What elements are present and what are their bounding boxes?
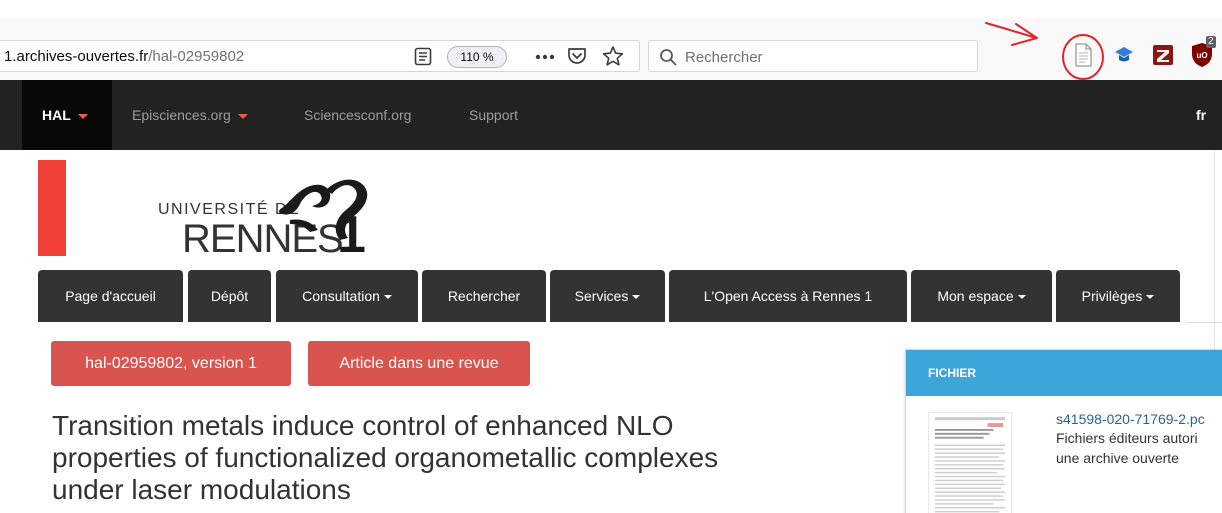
nav-hal-menu[interactable]: HAL (22, 80, 112, 150)
language-switch[interactable]: fr (1196, 80, 1206, 150)
menu-tab-privileges-label: Privilèges (1081, 288, 1143, 304)
caret-down-icon (1017, 295, 1026, 300)
caret-down-icon (237, 113, 248, 119)
nav-episciences-menu[interactable]: Episciences.org (132, 80, 248, 150)
url-bar[interactable]: 1.archives-ouvertes.fr/hal-02959802 110 … (0, 40, 640, 72)
version-label: hal-02959802, version 1 (51, 341, 291, 386)
menu-tab-open-access[interactable]: L'Open Access à Rennes 1 (669, 270, 907, 322)
menu-divider (1186, 322, 1222, 323)
logo-ermine-icon (279, 184, 331, 215)
menu-tab-home[interactable]: Page d'accueil (38, 270, 183, 322)
menu-tab-mon-espace-label: Mon espace (937, 288, 1014, 304)
file-download-link[interactable]: s41598-020-71769-2.pc (1056, 411, 1205, 427)
brand-red-bar (38, 160, 66, 256)
extension-count-badge: 2 (1206, 36, 1216, 48)
url-domain: 1.archives-ouvertes.fr (4, 48, 149, 65)
search-box[interactable] (648, 40, 978, 72)
nav-hal-label: HAL (42, 107, 71, 123)
menu-tab-consultation-label: Consultation (302, 288, 380, 304)
article-title: Transition metals induce control of enha… (52, 410, 892, 506)
more-actions-icon[interactable] (533, 47, 557, 67)
menu-tab-rechercher[interactable]: Rechercher (422, 270, 546, 322)
caret-down-icon (77, 113, 88, 119)
menu-tab-consultation[interactable]: Consultation (276, 270, 418, 322)
article-title-line: under laser modulations (52, 474, 351, 505)
article-title-line: Transition metals induce control of enha… (52, 410, 674, 441)
browser-toolbar: 1.archives-ouvertes.fr/hal-02959802 110 … (0, 0, 1222, 80)
file-description: Fichiers éditeurs autori (1056, 430, 1198, 446)
url-text[interactable]: 1.archives-ouvertes.fr/hal-02959802 (4, 48, 244, 65)
menu-tab-services-label: Services (574, 288, 629, 304)
zotero-icon[interactable] (1152, 44, 1174, 66)
document-extension-icon[interactable] (1072, 42, 1094, 68)
graduation-cap-icon[interactable] (1114, 45, 1134, 65)
logo-line1: UNIVERSITÉ DE (158, 199, 300, 218)
reader-view-icon[interactable] (414, 47, 432, 66)
search-icon (660, 49, 677, 66)
hal-top-navbar: HAL Episciences.org Sciencesconf.org Sup… (0, 80, 1222, 150)
svg-text:uO: uO (1196, 51, 1207, 60)
bookmark-star-icon[interactable] (602, 45, 624, 67)
file-description: une archive ouverte (1056, 450, 1179, 466)
zoom-level-button[interactable]: 110 % (447, 46, 507, 68)
nav-sciencesconf-link[interactable]: Sciencesconf.org (304, 80, 411, 150)
menu-tab-depot[interactable]: Dépôt (188, 270, 271, 322)
browser-tab-strip (0, 0, 1222, 18)
pocket-icon[interactable] (567, 46, 587, 66)
article-title-line: properties of functionalized organometal… (52, 442, 719, 473)
caret-down-icon (383, 295, 392, 300)
file-panel-header: FICHIER (906, 350, 1222, 396)
nav-episciences-label: Episciences.org (132, 107, 231, 123)
url-path: /hal-02959802 (148, 48, 245, 65)
menu-tab-services[interactable]: Services (550, 270, 665, 322)
file-panel: FICHIER s41598-020-71769-2.pc Fichiers é… (905, 349, 1222, 513)
pdf-thumbnail[interactable] (928, 412, 1012, 513)
nav-support-link[interactable]: Support (469, 80, 518, 150)
caret-down-icon (632, 295, 641, 300)
menu-tab-privileges[interactable]: Privilèges (1056, 270, 1180, 322)
menu-tab-mon-espace[interactable]: Mon espace (911, 270, 1052, 322)
logo-line2: RENNES (182, 217, 343, 260)
universite-rennes-logo[interactable]: UNIVERSITÉ DE RENNES 1 (150, 160, 400, 260)
search-input[interactable] (685, 46, 965, 68)
caret-down-icon (1146, 295, 1155, 300)
document-type-label: Article dans une revue (308, 341, 530, 386)
